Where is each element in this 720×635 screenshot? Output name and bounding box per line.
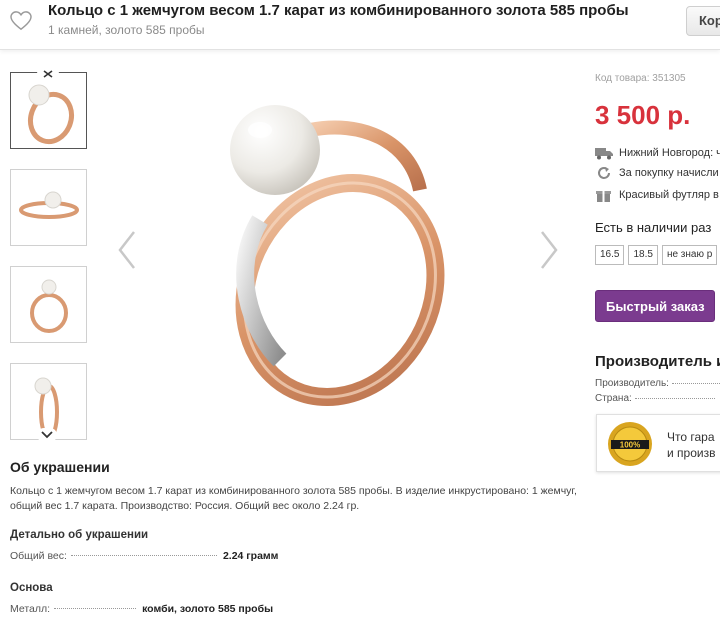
country-key: Страна: [595,393,632,404]
metal-row: Металл: комби, золото 585 пробы [10,603,273,615]
manufacturer-row: Производитель: [595,378,720,392]
size-unknown-option[interactable]: не знаю р [661,245,718,265]
total-weight-row: Общий вес: 2.24 грамм [10,550,278,562]
size-option[interactable]: 18.5 [628,245,658,265]
truck-icon [595,148,613,160]
about-title: Об украшении [10,459,110,475]
guarantee-seal-icon: 100% [608,422,652,466]
total-weight-value: 2.24 грамм [222,550,279,562]
refresh-icon [598,167,610,179]
delivery-info: Нижний Новгород: ч [595,146,720,162]
thumbnail-1[interactable] [10,72,87,149]
size-options: 16.5 18.5 не знаю р [595,245,720,265]
guarantee-banner[interactable]: 100% Что гарa и произв [596,414,720,472]
total-weight-key: Общий вес: [10,550,67,562]
delivery-text: Нижний Новгород: ч [619,147,720,159]
guarantee-line-1: Что гарa [667,430,715,444]
thumbs-scroll-down-icon[interactable] [37,428,57,442]
giftbox-text: Красивый футляр в [619,189,719,201]
details-title: Детально об украшении [10,529,149,541]
guarantee-text: Что гарa и произв [667,429,715,461]
gift-icon [596,191,611,202]
metal-value: комби, золото 585 пробы [142,603,274,615]
metal-key: Металл: [10,603,51,615]
thumbs-scroll-up-icon[interactable] [37,67,59,81]
base-title: Основа [10,582,53,594]
page-subtitle: 1 камней, золото 585 пробы [48,23,205,37]
ring-thumbnail-image [27,84,75,145]
about-description: Кольцо с 1 жемчугом весом 1.7 карат из к… [10,485,577,512]
size-option[interactable]: 16.5 [595,245,625,265]
ring-thumbnail-image [30,279,68,333]
bonus-info: За покупку начисли [595,166,720,182]
product-main-image [230,105,445,407]
manufacturer-key: Производитель: [595,378,669,389]
country-row: Страна: [595,393,720,407]
product-header: Кольцо с 1 жемчугом весом 1.7 карат из к… [0,0,720,50]
next-image-chevron-right-icon[interactable] [538,228,562,272]
thumbnail-3[interactable] [10,266,87,343]
guarantee-line-2: и произв [667,446,716,460]
prev-image-chevron-left-icon[interactable] [114,228,138,272]
seal-text: 100% [620,441,640,450]
manufacturer-title: Производитель и [595,353,720,370]
product-sku: Код товара: 351305 [595,73,686,84]
availability-label: Есть в наличии раз [595,220,712,235]
cart-button[interactable]: Кор [686,6,720,36]
product-price: 3 500 р. [595,100,691,130]
quick-order-button[interactable]: Быстрый заказ [595,290,715,322]
thumbnail-2[interactable] [10,169,87,246]
page-title: Кольцо с 1 жемчугом весом 1.7 карат из к… [48,2,629,19]
ring-thumbnail-image [19,191,79,219]
giftbox-info: Красивый футляр в [595,188,720,204]
heart-icon[interactable] [10,11,32,31]
bonus-text: За покупку начисли [619,167,719,179]
